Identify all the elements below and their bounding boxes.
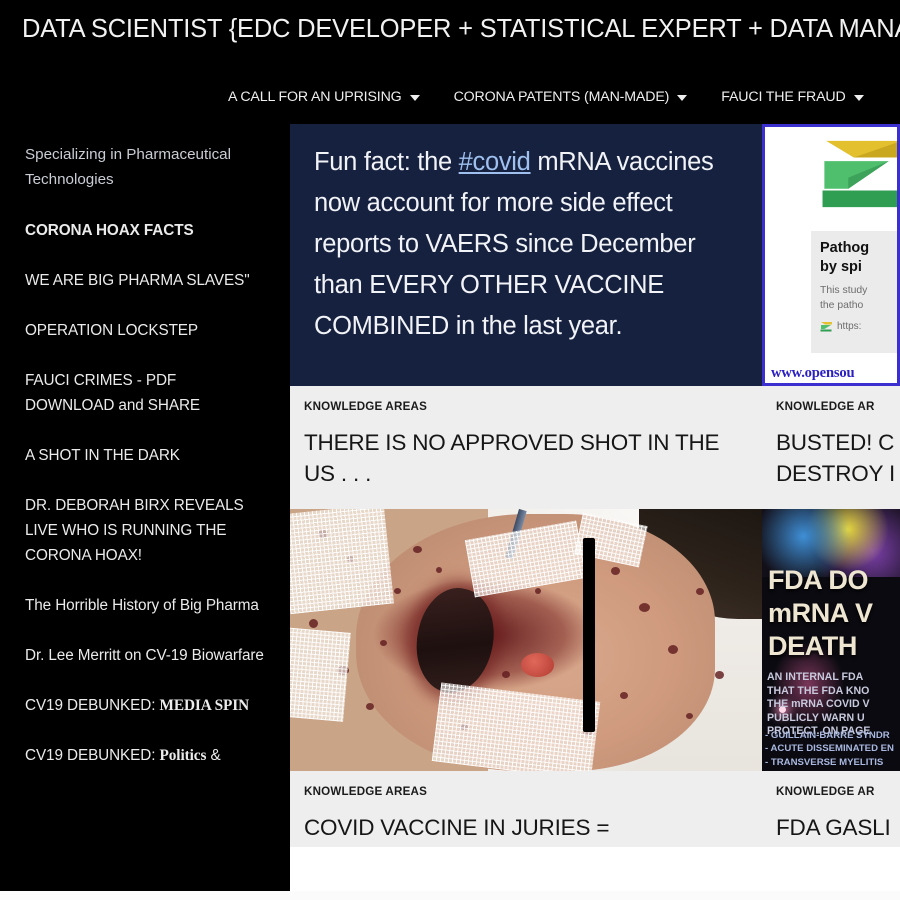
card-title[interactable]: FDA GASLI	[776, 812, 891, 843]
card-fda-gaslighting[interactable]: FDA DO mRNA V DEATH AN INTERNAL FDA THAT…	[762, 509, 900, 847]
fda-headline-line2: mRNA V	[768, 598, 873, 629]
fda-body-line3: THE mRNA COVID V	[767, 698, 870, 711]
fda-headline-line3: DEATH	[768, 631, 857, 662]
zenodo-logo-icon	[822, 140, 897, 208]
sidebar-item-label-emphasis: MEDIA SPIN	[159, 697, 250, 714]
card-kicker: KNOWLEDGE AR	[776, 785, 875, 798]
sidebar-item-fauci-crimes-pdf[interactable]: FAUCI CRIMES - PDF DOWNLOAD and SHARE	[25, 368, 266, 418]
fda-body-line2: THAT THE FDA KNO	[767, 684, 870, 697]
zenodo-sub-line2: the patho	[820, 300, 864, 311]
fda-body-line4: PUBLICLY WARN U	[767, 711, 865, 724]
tweet-text-before: Fun fact: the	[314, 148, 459, 176]
card-title[interactable]: COVID VACCINE IN JURIES =	[304, 812, 748, 843]
zenodo-favicon-icon	[820, 322, 832, 332]
card-media-zenodo[interactable]: Pathog by spi This study the patho https…	[762, 124, 900, 386]
zenodo-url-row: https:	[820, 321, 897, 332]
card-row-1: Fun fact: the #covid mRNA vaccines now a…	[290, 124, 900, 509]
nav-item-label: CORONA PATENTS (MAN-MADE)	[453, 89, 670, 105]
photo-censor-bar	[582, 537, 595, 732]
sidebar-tagline: Specializing in Pharmaceutical Technolog…	[25, 146, 231, 188]
fda-poster-symptom-list: - GUILLAIN-BARRÉ SYNDR - ACUTE DISSEMINA…	[765, 729, 894, 769]
sidebar-item-cv19-debunked-politics[interactable]: CV19 DEBUNKED: Politics &	[25, 743, 266, 768]
fda-list-item: - GUILLAIN-BARRÉ SYNDR	[765, 729, 890, 741]
card-busted-destroy[interactable]: Pathog by spi This study the patho https…	[762, 124, 900, 509]
sidebar-item-label-head: CV19 DEBUNKED:	[25, 697, 160, 714]
card-media-fda-poster[interactable]: FDA DO mRNA V DEATH AN INTERNAL FDA THAT…	[762, 509, 900, 771]
fda-poster-headline: FDA DO mRNA V DEATH	[768, 564, 873, 663]
tweet-text-after: mRNA vaccines now account for more side …	[314, 148, 714, 340]
nav-item-label: FAUCI THE FRAUD	[721, 89, 846, 105]
fda-poster-image: FDA DO mRNA V DEATH AN INTERNAL FDA THAT…	[762, 509, 900, 771]
card-body: KNOWLEDGE AREAS COVID VACCINE IN JURIES …	[290, 771, 762, 847]
nav-item-label: A CALL FOR AN UPRISING	[228, 89, 402, 105]
sidebar-item-deborah-birx[interactable]: DR. DEBORAH BIRX REVEALS LIVE WHO IS RUN…	[25, 493, 266, 568]
card-body: KNOWLEDGE AR FDA GASLI	[762, 771, 900, 847]
card-media-tweet[interactable]: Fun fact: the #covid mRNA vaccines now a…	[290, 124, 762, 386]
zenodo-preview-panel: Pathog by spi This study the patho https…	[811, 231, 897, 353]
nav-item-corona-patents[interactable]: CORONA PATENTS (MAN-MADE)	[454, 89, 688, 105]
card-kicker: KNOWLEDGE AR	[776, 400, 875, 413]
fda-list-item: - ACUTE DISSEMINATED EN	[765, 743, 894, 755]
sidebar-item-corona-hoax-facts[interactable]: CORONA HOAX FACTS	[25, 218, 266, 243]
sidebar-item-label-head: CV19 DEBUNKED:	[25, 747, 160, 764]
photo-gauze-patch	[290, 626, 351, 722]
card-title-line1[interactable]: BUSTED! C	[776, 427, 894, 458]
card-there-is-no-approved-shot[interactable]: Fun fact: the #covid mRNA vaccines now a…	[290, 124, 762, 509]
zenodo-screenshot: Pathog by spi This study the patho https…	[762, 124, 900, 386]
zenodo-heading-line2: by spi	[820, 259, 862, 275]
card-media-clinical-photo[interactable]	[290, 509, 762, 771]
page-bottom-strip	[0, 891, 900, 900]
sidebar-item-operation-lockstep[interactable]: OPERATION LOCKSTEP	[25, 318, 266, 343]
sidebar-item-label-tail: &	[206, 747, 221, 764]
card-title[interactable]: THERE IS NO APPROVED SHOT IN THE US . . …	[304, 427, 748, 489]
fda-list-item: - TRANSVERSE MYELITIS	[765, 756, 884, 768]
sidebar-item-horrible-history-big-pharma[interactable]: The Horrible History of Big Pharma	[25, 593, 266, 618]
card-title-line2[interactable]: DESTROY I	[776, 458, 895, 489]
zenodo-sub-line1: This study	[820, 285, 868, 296]
chevron-down-icon[interactable]	[409, 95, 420, 101]
card-body: KNOWLEDGE AREAS THERE IS NO APPROVED SHO…	[290, 386, 762, 509]
card-covid-vaccine-injuries[interactable]: KNOWLEDGE AREAS COVID VACCINE IN JURIES …	[290, 509, 762, 847]
sidebar-item-we-are-big-pharma-slaves[interactable]: WE ARE BIG PHARMA SLAVES"	[25, 268, 266, 293]
photo-gauze-patch	[290, 509, 395, 614]
hashtag-link[interactable]: #covid	[459, 148, 531, 176]
tweet-image: Fun fact: the #covid mRNA vaccines now a…	[290, 124, 762, 386]
page-root: DATA SCIENTIST {EDC DEVELOPER + STATISTI…	[0, 0, 900, 900]
tweet-text: Fun fact: the #covid mRNA vaccines now a…	[314, 142, 740, 347]
fda-headline-line1: FDA DO	[768, 565, 869, 596]
nav-item-fauci-the-fraud[interactable]: FAUCI THE FRAUD	[721, 89, 864, 105]
nav-item-a-call-for-an-uprising[interactable]: A CALL FOR AN UPRISING	[228, 89, 420, 105]
sidebar-item-label-emphasis: Politics	[159, 747, 207, 764]
card-kicker: KNOWLEDGE AREAS	[304, 785, 428, 798]
page-title: DATA SCIENTIST {EDC DEVELOPER + STATISTI…	[22, 15, 900, 43]
zenodo-heading-line1: Pathog	[820, 240, 870, 256]
zenodo-url-text: https:	[837, 321, 862, 332]
card-row-2: KNOWLEDGE AREAS COVID VACCINE IN JURIES …	[290, 509, 900, 847]
sidebar-item-a-shot-in-the-dark[interactable]: A SHOT IN THE DARK	[25, 443, 266, 468]
site-header: DATA SCIENTIST {EDC DEVELOPER + STATISTI…	[0, 0, 900, 124]
fda-body-line1: AN INTERNAL FDA	[767, 671, 864, 684]
card-kicker: KNOWLEDGE AREAS	[304, 400, 428, 413]
clinical-photo-image	[290, 509, 762, 771]
card-body: KNOWLEDGE AR BUSTED! C DESTROY I	[762, 386, 900, 509]
sidebar-item-cv19-debunked-media-spin[interactable]: CV19 DEBUNKED: MEDIA SPIN	[25, 693, 266, 718]
main-navigation: A CALL FOR AN UPRISING CORONA PATENTS (M…	[0, 82, 900, 112]
zenodo-footer-url: www.opensou	[771, 365, 855, 381]
chevron-down-icon[interactable]	[853, 95, 864, 101]
chevron-down-icon[interactable]	[677, 95, 688, 101]
sidebar-item-lee-merritt-biowarfare[interactable]: Dr. Lee Merritt on CV-19 Biowarfare	[25, 643, 266, 668]
content-grid: Fun fact: the #covid mRNA vaccines now a…	[290, 124, 900, 891]
sidebar: Specializing in Pharmaceutical Technolog…	[0, 124, 290, 891]
